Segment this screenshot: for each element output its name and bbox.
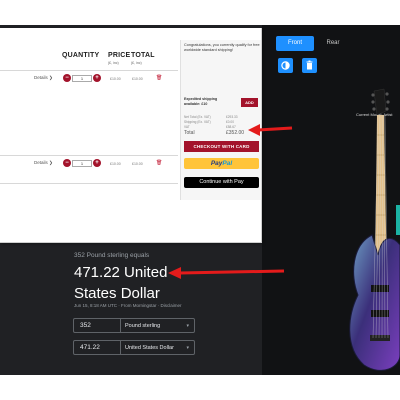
red-arrow-icon: [168, 267, 285, 279]
red-arrow-icon: [248, 124, 293, 136]
annotation-layer: [168, 124, 293, 279]
screenshot-collage: QUANTITY PRICE TOTAL (£, inc) (£, inc) D…: [0, 0, 400, 400]
